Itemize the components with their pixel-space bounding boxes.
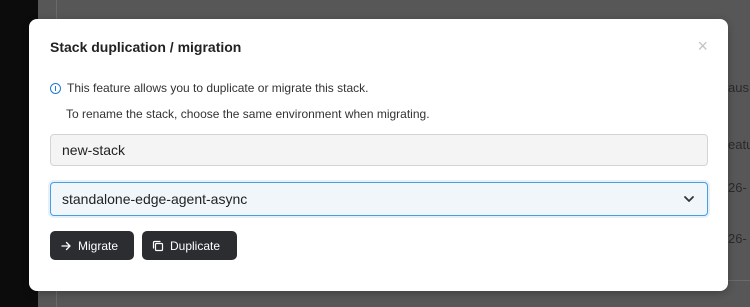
info-text: This feature allows you to duplicate or …: [67, 81, 369, 95]
stack-name-input[interactable]: [50, 134, 708, 166]
modal-title: Stack duplication / migration: [50, 39, 242, 55]
background-text: eatu: [728, 137, 750, 152]
duplication-modal: Stack duplication / migration × This fea…: [29, 19, 728, 291]
info-circle-icon: [50, 82, 61, 94]
environment-select[interactable]: standalone-edge-agent-async: [50, 182, 708, 216]
rename-hint: To rename the stack, choose the same env…: [66, 107, 430, 121]
migrate-button-label: Migrate: [78, 238, 119, 253]
background-text: 26-: [728, 231, 747, 246]
background-text: 26-: [728, 180, 747, 195]
duplicate-button[interactable]: Duplicate: [142, 231, 237, 260]
arrow-right-icon: [61, 241, 71, 250]
migrate-button[interactable]: Migrate: [50, 231, 134, 260]
info-message: This feature allows you to duplicate or …: [50, 81, 368, 95]
environment-select-value: standalone-edge-agent-async: [62, 191, 248, 207]
duplicate-button-label: Duplicate: [170, 238, 221, 253]
copy-icon: [152, 240, 164, 251]
background-text: aus: [728, 80, 749, 95]
close-icon[interactable]: ×: [697, 37, 708, 55]
chevron-down-icon: [684, 196, 694, 202]
